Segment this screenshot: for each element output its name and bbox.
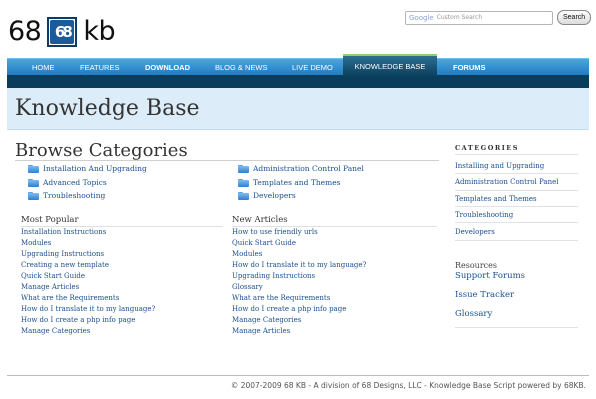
popular-article-link[interactable]: Upgrading Instructions [21,250,104,258]
popular-article-link[interactable]: Installation Instructions [21,228,106,236]
nav-knowledge-base[interactable]: KNOWLEDGE BASE [343,54,437,77]
search-placeholder: Custom Search [436,14,483,21]
resource-link-glossary[interactable]: Glossary [455,309,492,319]
category-link[interactable]: Developers [238,191,296,200]
sidebar-divider [455,240,578,241]
sidebar-divider [455,190,578,191]
category-link[interactable]: Installation And Upgrading [28,164,147,173]
category-label: Troubleshooting [43,191,106,200]
search-button[interactable]: Search [557,10,592,25]
new-article-link[interactable]: How do I translate it to my language? [232,261,366,269]
nav-live-demo[interactable]: LIVE DEMO [292,59,333,76]
main-nav: HOME FEATURES DOWNLOAD BLOG & NEWS LIVE … [7,58,589,76]
new-articles-heading: New Articles [232,215,288,225]
title-band: Knowledge Base [7,88,589,130]
new-article-link[interactable]: Manage Categories [232,316,301,324]
new-article-link[interactable]: Upgrading Instructions [232,272,315,280]
nav-features[interactable]: FEATURES [80,59,119,76]
sidebar-categories-heading: CATEGORIES [455,144,519,152]
page-title: Knowledge Base [15,96,200,121]
folder-icon [238,178,249,187]
footer-divider [7,375,589,376]
category-label: Installation And Upgrading [43,164,147,173]
nav-underbar [7,75,589,88]
new-article-link[interactable]: Modules [232,250,262,258]
popular-article-link[interactable]: How do I create a php info page [21,316,135,324]
sidebar-divider [455,206,578,207]
sidebar-category-link[interactable]: Troubleshooting [455,211,513,219]
sidebar-category-link[interactable]: Installing and Upgrading [455,162,544,170]
resource-link-issue-tracker[interactable]: Issue Tracker [455,290,514,300]
browse-categories-heading: Browse Categories [15,140,188,161]
logo-text-left: 68 [8,16,42,47]
sidebar-divider [455,173,578,174]
nav-forums[interactable]: FORUMS [453,59,486,76]
new-article-link[interactable]: Manage Articles [232,327,290,335]
popular-article-link[interactable]: How do I translate it to my language? [21,305,155,313]
new-articles-divider [232,226,437,227]
folder-icon [28,178,39,187]
folder-icon [28,191,39,200]
category-label: Advanced Topics [43,178,107,187]
most-popular-divider [21,226,223,227]
browse-divider [15,160,439,161]
sidebar-divider [455,327,578,328]
category-link[interactable]: Advanced Topics [28,178,107,187]
nav-blog-news[interactable]: BLOG & NEWS [215,59,268,76]
category-label: Templates and Themes [253,178,341,187]
category-label: Developers [253,191,296,200]
category-label: Administration Control Panel [253,164,364,173]
nav-download[interactable]: DOWNLOAD [145,59,190,76]
resources-heading: Resources [455,261,497,270]
page: 68 68 kb Google Custom Search Search HOM… [0,0,596,399]
most-popular-heading: Most Popular [21,215,79,225]
resource-link-support-forums[interactable]: Support Forums [455,271,525,281]
popular-article-link[interactable]: Creating a new template [21,261,109,269]
category-link[interactable]: Administration Control Panel [238,164,364,173]
new-article-link[interactable]: What are the Requirements [232,294,330,302]
sidebar-category-link[interactable]: Templates and Themes [455,195,537,203]
sidebar-divider [455,222,578,223]
popular-article-link[interactable]: Quick Start Guide [21,272,85,280]
category-link[interactable]: Troubleshooting [28,191,105,200]
search-bar: Google Custom Search Search [405,10,592,25]
new-article-link[interactable]: Quick Start Guide [232,239,296,247]
search-input[interactable]: Google Custom Search [405,10,553,25]
folder-icon [238,191,249,200]
logo-text-right: kb [83,16,116,47]
new-article-link[interactable]: How to use friendly urls [232,228,318,236]
google-label: Google [409,13,434,22]
sidebar-category-link[interactable]: Developers [455,228,495,236]
sidebar-divider [455,154,578,155]
footer-copyright: © 2007-2009 68 KB - A division of 68 Des… [230,381,586,390]
sidebar-category-link[interactable]: Administration Control Panel [455,178,558,186]
new-article-link[interactable]: How do I create a php info page [232,305,346,313]
popular-article-link[interactable]: Manage Articles [21,283,79,291]
new-article-link[interactable]: Glossary [232,283,263,291]
popular-article-link[interactable]: What are the Requirements [21,294,119,302]
popular-article-link[interactable]: Manage Categories [21,327,90,335]
site-logo[interactable]: 68 68 kb [8,16,116,47]
folder-icon [28,164,39,173]
nav-home[interactable]: HOME [32,59,55,76]
popular-article-link[interactable]: Modules [21,239,51,247]
category-link[interactable]: Templates and Themes [238,178,340,187]
folder-icon [238,164,249,173]
logo-mark-icon: 68 [47,16,78,47]
